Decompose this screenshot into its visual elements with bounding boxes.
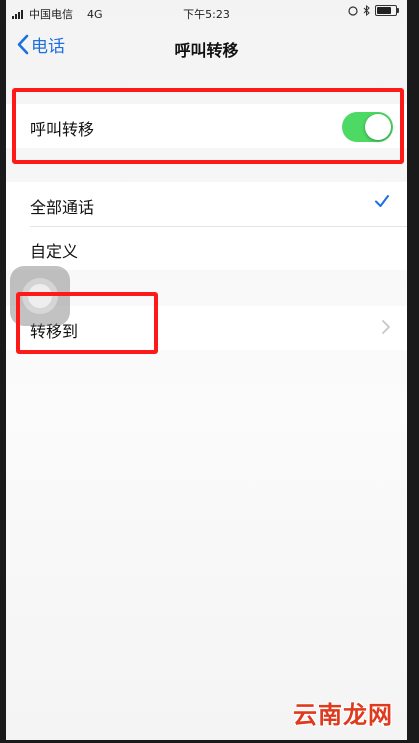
forward-options-group: 全部通话 自定义: [6, 182, 407, 270]
call-forwarding-toggle[interactable]: [342, 112, 393, 142]
back-button[interactable]: 电话: [16, 32, 65, 57]
checkmark-icon: [375, 195, 389, 207]
chevron-right-icon: [382, 320, 390, 334]
assistive-dot: [28, 284, 52, 308]
status-bar: 中国电信 4G 下午5:23: [6, 0, 407, 24]
option-custom[interactable]: 自定义: [6, 226, 407, 270]
navigation-bar: 电话 呼叫转移: [6, 28, 407, 68]
page-title: 呼叫转移: [174, 41, 239, 60]
toggle-knob: [365, 114, 391, 140]
battery-icon: [375, 5, 399, 16]
call-forwarding-label: 呼叫转移: [30, 120, 95, 139]
status-time: 下午5:23: [183, 8, 230, 21]
phone-screen: 中国电信 4G 下午5:23 电话 呼叫转移 呼叫转移 全部通话 自定义 转移到…: [6, 0, 407, 740]
option-label: 自定义: [30, 242, 79, 261]
forwarding-toggle-group: 呼叫转移: [6, 104, 407, 148]
bluetooth-icon: [363, 5, 370, 16]
watermark-logo: 云南龙网: [293, 701, 393, 729]
option-all-calls[interactable]: 全部通话: [6, 182, 407, 226]
call-forwarding-row: 呼叫转移: [6, 104, 407, 148]
assistive-touch-button[interactable]: [10, 266, 70, 326]
option-label: 全部通话: [30, 198, 95, 217]
status-right: [348, 5, 399, 16]
chevron-left-icon: [17, 34, 29, 55]
back-label: 电话: [31, 37, 65, 57]
alarm-icon: [348, 5, 358, 16]
